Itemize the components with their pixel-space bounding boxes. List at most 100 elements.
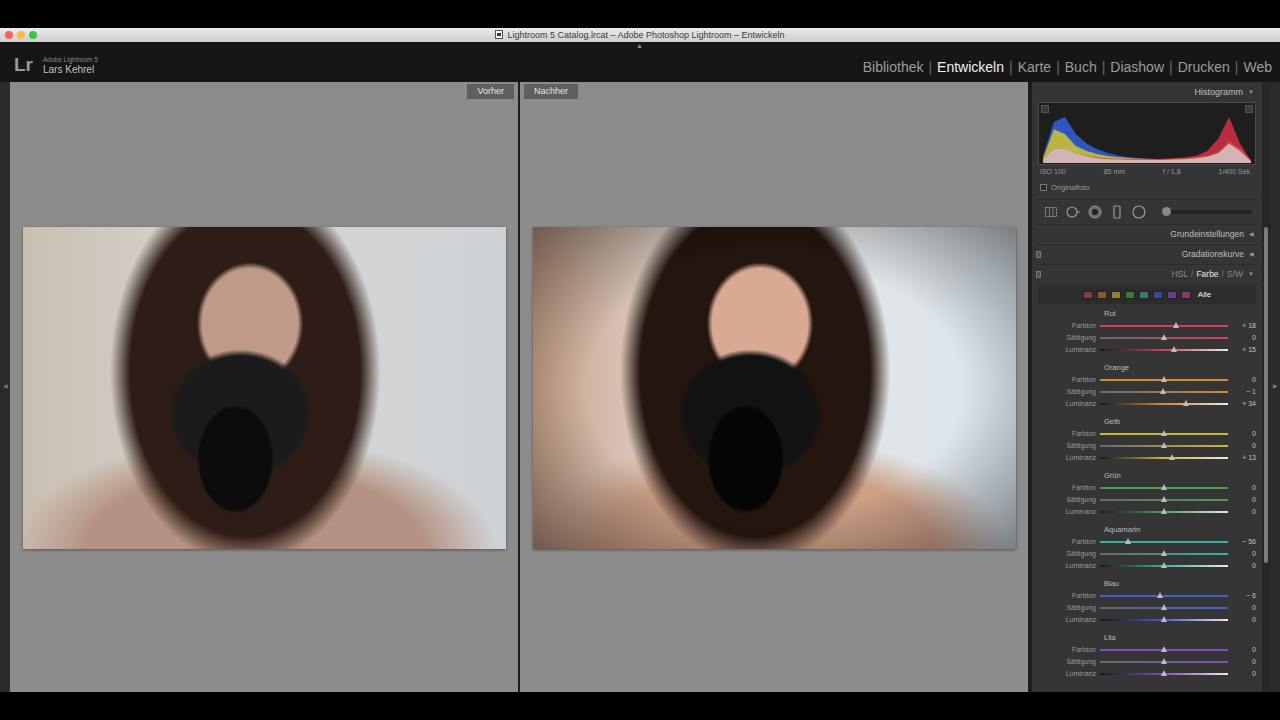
slider-value[interactable]: 0 xyxy=(1228,644,1258,656)
original-label[interactable]: Originalfoto xyxy=(1051,183,1089,192)
slider-thumb[interactable] xyxy=(1157,592,1163,598)
highlight-clipping-icon[interactable] xyxy=(1245,105,1253,113)
module-tab[interactable]: Drucken xyxy=(1178,59,1230,76)
panel-scrollbar[interactable] xyxy=(1262,82,1270,692)
hsl-tab[interactable]: S/W xyxy=(1227,269,1243,279)
slider-thumb[interactable] xyxy=(1161,430,1167,436)
before-photo[interactable] xyxy=(23,227,506,549)
slider-value[interactable]: 0 xyxy=(1228,548,1258,560)
module-tab[interactable]: Entwickeln xyxy=(937,59,1004,76)
slider-value[interactable]: 0 xyxy=(1228,374,1258,386)
slider-track[interactable] xyxy=(1100,565,1228,567)
hsl-tab[interactable]: Farbe xyxy=(1196,269,1218,279)
collapse-icon[interactable]: ▼ xyxy=(1248,271,1254,278)
spot-removal-icon[interactable] xyxy=(1066,205,1080,219)
all-colors-button[interactable]: Alle xyxy=(1198,290,1211,300)
original-checkbox[interactable] xyxy=(1040,184,1047,191)
tool-slider[interactable] xyxy=(1162,210,1252,214)
slider-track[interactable] xyxy=(1100,325,1228,327)
color-swatch[interactable] xyxy=(1139,291,1149,299)
slider-thumb[interactable] xyxy=(1161,550,1167,556)
section-header[interactable]: Gradationskurve ◀ xyxy=(1036,245,1258,265)
slider-value[interactable]: + 18 xyxy=(1228,320,1258,332)
red-eye-icon[interactable] xyxy=(1088,205,1102,219)
crop-icon[interactable] xyxy=(1044,205,1058,219)
module-tab[interactable]: Bibliothek xyxy=(863,59,924,76)
slider-value[interactable]: 0 xyxy=(1228,602,1258,614)
module-tab[interactable]: Diashow xyxy=(1110,59,1164,76)
minimize-button[interactable] xyxy=(17,31,25,39)
slider-thumb[interactable] xyxy=(1171,346,1177,352)
slider-thumb[interactable] xyxy=(1161,508,1167,514)
histogram[interactable] xyxy=(1038,102,1256,165)
slider-track[interactable] xyxy=(1100,487,1228,489)
top-panel-toggle[interactable]: ▲ xyxy=(636,42,643,50)
graduated-filter-icon[interactable] xyxy=(1110,205,1124,219)
slider-track[interactable] xyxy=(1100,457,1228,459)
slider-value[interactable]: 0 xyxy=(1228,428,1258,440)
module-tab[interactable]: Karte xyxy=(1018,59,1051,76)
collapse-icon[interactable]: ▼ xyxy=(1248,89,1254,96)
slider-thumb[interactable] xyxy=(1161,562,1167,568)
slider-value[interactable]: 0 xyxy=(1228,560,1258,572)
slider-thumb[interactable] xyxy=(1161,604,1167,610)
expand-icon[interactable]: ◀ xyxy=(1249,251,1254,258)
after-photo[interactable] xyxy=(533,227,1016,549)
radial-filter-icon[interactable] xyxy=(1132,205,1146,219)
left-panel-toggle[interactable]: ◀ xyxy=(0,82,10,692)
slider-thumb[interactable] xyxy=(1161,616,1167,622)
slider-thumb[interactable] xyxy=(1161,658,1167,664)
slider-track[interactable] xyxy=(1100,379,1228,381)
expand-icon[interactable]: ◀ xyxy=(1249,231,1254,238)
slider-thumb[interactable] xyxy=(1169,454,1175,460)
slider-track[interactable] xyxy=(1100,511,1228,513)
slider-value[interactable]: 0 xyxy=(1228,656,1258,668)
slider-track[interactable] xyxy=(1100,337,1228,339)
close-button[interactable] xyxy=(5,31,13,39)
slider-value[interactable]: 0 xyxy=(1228,494,1258,506)
slider-thumb[interactable] xyxy=(1173,322,1179,328)
color-swatch[interactable] xyxy=(1111,291,1121,299)
panel-switch-icon[interactable] xyxy=(1036,271,1041,278)
slider-track[interactable] xyxy=(1100,649,1228,651)
slider-value[interactable]: + 13 xyxy=(1228,452,1258,464)
slider-thumb[interactable] xyxy=(1183,400,1189,406)
panel-switch-icon[interactable] xyxy=(1036,251,1041,258)
slider-value[interactable]: − 56 xyxy=(1228,536,1258,548)
module-tab[interactable]: Web xyxy=(1243,59,1272,76)
slider-thumb[interactable] xyxy=(1161,442,1167,448)
slider-value[interactable]: − 1 xyxy=(1228,386,1258,398)
section-header[interactable]: Grundeinstellungen ◀ xyxy=(1036,225,1258,245)
slider-thumb[interactable] xyxy=(1125,538,1131,544)
slider-value[interactable]: 0 xyxy=(1228,482,1258,494)
slider-thumb[interactable] xyxy=(1161,496,1167,502)
slider-thumb[interactable] xyxy=(1161,646,1167,652)
slider-value[interactable]: + 15 xyxy=(1228,344,1258,356)
slider-thumb[interactable] xyxy=(1161,670,1167,676)
section-title[interactable]: Grundeinstellungen xyxy=(1170,229,1244,239)
slider-track[interactable] xyxy=(1100,499,1228,501)
slider-track[interactable] xyxy=(1100,445,1228,447)
slider-track[interactable] xyxy=(1100,619,1228,621)
color-swatch[interactable] xyxy=(1125,291,1135,299)
slider-track[interactable] xyxy=(1100,433,1228,435)
slider-value[interactable]: + 34 xyxy=(1228,398,1258,410)
slider-track[interactable] xyxy=(1100,673,1228,675)
right-panel-toggle[interactable]: ▶ xyxy=(1270,82,1280,692)
section-title[interactable]: Gradationskurve xyxy=(1182,249,1244,259)
slider-thumb[interactable] xyxy=(1161,484,1167,490)
color-swatch[interactable] xyxy=(1083,291,1093,299)
slider-value[interactable]: 0 xyxy=(1228,668,1258,680)
scrollbar-thumb[interactable] xyxy=(1264,227,1268,563)
zoom-button[interactable] xyxy=(29,31,37,39)
slider-track[interactable] xyxy=(1100,595,1228,597)
slider-track[interactable] xyxy=(1100,607,1228,609)
slider-track[interactable] xyxy=(1100,661,1228,663)
slider-track[interactable] xyxy=(1100,391,1228,393)
slider-value[interactable]: − 6 xyxy=(1228,590,1258,602)
slider-value[interactable]: 0 xyxy=(1228,440,1258,452)
color-swatch[interactable] xyxy=(1153,291,1163,299)
shadow-clipping-icon[interactable] xyxy=(1041,105,1049,113)
tool-slider-thumb[interactable] xyxy=(1162,207,1171,216)
slider-value[interactable]: 0 xyxy=(1228,614,1258,626)
